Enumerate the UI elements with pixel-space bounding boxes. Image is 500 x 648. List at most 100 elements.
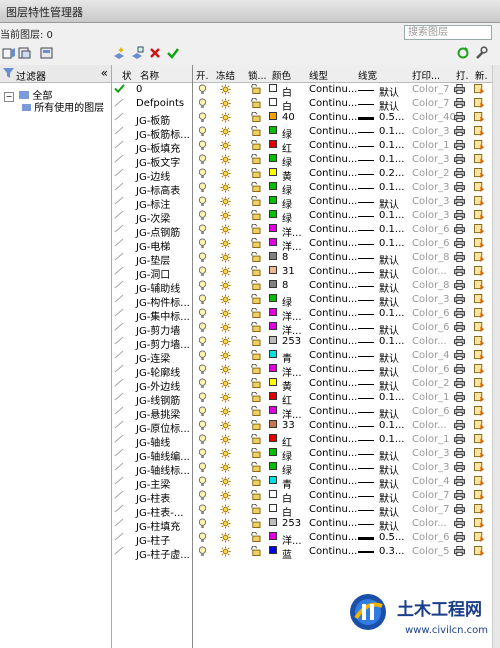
table-row[interactable]: JG-柱表白 Continu... 默认 Color_7	[112, 489, 492, 505]
color-swatch[interactable]	[269, 448, 277, 456]
sun-freeze-icon[interactable]	[220, 210, 231, 224]
col-linetype[interactable]: 线型	[309, 68, 328, 82]
linetype-name[interactable]: Continu...	[309, 182, 357, 193]
color-swatch[interactable]	[269, 336, 277, 344]
sun-freeze-icon[interactable]	[220, 420, 231, 434]
color-swatch[interactable]	[269, 406, 277, 414]
color-swatch[interactable]	[269, 392, 277, 400]
linetype-name[interactable]: Continu...	[309, 336, 357, 347]
lightbulb-icon[interactable]	[198, 392, 207, 406]
search-input[interactable]: 搜索图层	[404, 25, 492, 40]
sun-freeze-icon[interactable]	[220, 462, 231, 476]
new-vp-freeze-icon[interactable]	[474, 434, 485, 447]
new-vp-freeze-icon[interactable]	[474, 448, 485, 461]
unlock-icon[interactable]	[250, 279, 261, 293]
unlock-icon[interactable]	[250, 419, 261, 433]
unlock-icon[interactable]	[250, 209, 261, 223]
color-swatch[interactable]	[269, 434, 277, 442]
new-vp-freeze-icon[interactable]	[474, 84, 485, 97]
printer-icon[interactable]	[454, 294, 465, 307]
lightbulb-icon[interactable]	[198, 504, 207, 518]
color-swatch[interactable]	[269, 126, 277, 134]
printer-icon[interactable]	[454, 378, 465, 391]
new-vp-freeze-icon[interactable]	[474, 168, 485, 181]
lightbulb-icon[interactable]	[198, 140, 207, 154]
table-row[interactable]: JG-集中标... 洋... Continu... 0.1... Color_6	[112, 307, 492, 323]
color-swatch[interactable]	[269, 420, 277, 428]
color-swatch[interactable]	[269, 196, 277, 204]
new-vp-freeze-icon[interactable]	[474, 490, 485, 503]
unlock-icon[interactable]	[250, 461, 261, 475]
lineweight-value[interactable]: 0.1...	[379, 238, 404, 249]
lineweight-value[interactable]: 0.1...	[379, 224, 404, 235]
lineweight-value[interactable]: 0.1...	[379, 140, 404, 151]
linetype-name[interactable]: Continu...	[309, 434, 357, 445]
printer-icon[interactable]	[454, 252, 465, 265]
sun-freeze-icon[interactable]	[220, 350, 231, 364]
table-row[interactable]: JG-轮廓线 洋... Continu... 默认 Color_6	[112, 363, 492, 379]
layer-name[interactable]: JG-柱子虚...	[136, 546, 190, 561]
lightbulb-icon[interactable]	[198, 322, 207, 336]
lightbulb-icon[interactable]	[198, 266, 207, 280]
new-vp-freeze-icon[interactable]	[474, 294, 485, 307]
new-vp-freeze-icon[interactable]	[474, 308, 485, 321]
table-row[interactable]: JG-剪力墙... 253 Continu... 0.1... Color...	[112, 335, 492, 351]
color-swatch[interactable]	[269, 280, 277, 288]
lightbulb-icon[interactable]	[198, 98, 207, 112]
new-vp-freeze-icon[interactable]	[474, 476, 485, 489]
table-row[interactable]: Defpoints 白 Continu... 默认 Color_7	[112, 97, 492, 113]
lightbulb-icon[interactable]	[198, 420, 207, 434]
new-vp-freeze-icon[interactable]	[474, 238, 485, 251]
sun-freeze-icon[interactable]	[220, 238, 231, 252]
linetype-name[interactable]: Continu...	[309, 168, 357, 179]
table-row[interactable]: JG-辅助线 8 Continu... 默认 Color_8	[112, 279, 492, 295]
lightbulb-icon[interactable]	[198, 476, 207, 490]
color-name[interactable]: 253	[282, 518, 301, 529]
printer-icon[interactable]	[454, 322, 465, 335]
linetype-name[interactable]: Continu...	[309, 112, 357, 123]
printer-icon[interactable]	[454, 364, 465, 377]
unlock-icon[interactable]	[250, 475, 261, 489]
table-row[interactable]: JG-柱子虚... 蓝 Continu... 0.3... Color_5	[112, 545, 492, 561]
lineweight-value[interactable]: 0.1...	[379, 126, 404, 137]
printer-icon[interactable]	[454, 392, 465, 405]
printer-icon[interactable]	[454, 476, 465, 489]
new-vp-freeze-icon[interactable]	[474, 364, 485, 377]
lightbulb-icon[interactable]	[198, 126, 207, 140]
sun-freeze-icon[interactable]	[220, 364, 231, 378]
linetype-name[interactable]: Continu...	[309, 364, 357, 375]
new-vp-freeze-icon[interactable]	[474, 280, 485, 293]
lightbulb-icon[interactable]	[198, 224, 207, 238]
printer-icon[interactable]	[454, 238, 465, 251]
color-swatch[interactable]	[269, 364, 277, 372]
unlock-icon[interactable]	[250, 545, 261, 559]
color-swatch[interactable]	[269, 168, 277, 176]
new-property-filter-icon[interactable]	[2, 46, 16, 60]
lightbulb-icon[interactable]	[198, 434, 207, 448]
color-name[interactable]: 蓝	[282, 546, 292, 561]
lightbulb-icon[interactable]	[198, 210, 207, 224]
lightbulb-icon[interactable]	[198, 406, 207, 420]
sun-freeze-icon[interactable]	[220, 476, 231, 490]
unlock-icon[interactable]	[250, 489, 261, 503]
lightbulb-icon[interactable]	[198, 252, 207, 266]
new-vp-freeze-icon[interactable]	[474, 546, 485, 559]
new-vp-freeze-icon[interactable]	[474, 504, 485, 517]
table-row[interactable]: JG-连梁青 Continu... 默认 Color_4	[112, 349, 492, 365]
table-row[interactable]: JG-外边线黄 Continu... 默认 Color_2	[112, 377, 492, 393]
set-current-icon[interactable]	[166, 46, 180, 60]
color-swatch[interactable]	[269, 140, 277, 148]
printer-icon[interactable]	[454, 518, 465, 531]
table-row[interactable]: JG-柱表-... 白 Continu... 默认 Color_7	[112, 503, 492, 519]
unlock-icon[interactable]	[250, 97, 261, 111]
sun-freeze-icon[interactable]	[220, 140, 231, 154]
unlock-icon[interactable]	[250, 307, 261, 321]
unlock-icon[interactable]	[250, 433, 261, 447]
color-swatch[interactable]	[269, 252, 277, 260]
lightbulb-icon[interactable]	[198, 294, 207, 308]
printer-icon[interactable]	[454, 490, 465, 503]
color-swatch[interactable]	[269, 98, 277, 106]
color-swatch[interactable]	[269, 504, 277, 512]
unlock-icon[interactable]	[250, 251, 261, 265]
table-row[interactable]: JG-原位标... 33 Continu... 0.1... Color...	[112, 419, 492, 435]
